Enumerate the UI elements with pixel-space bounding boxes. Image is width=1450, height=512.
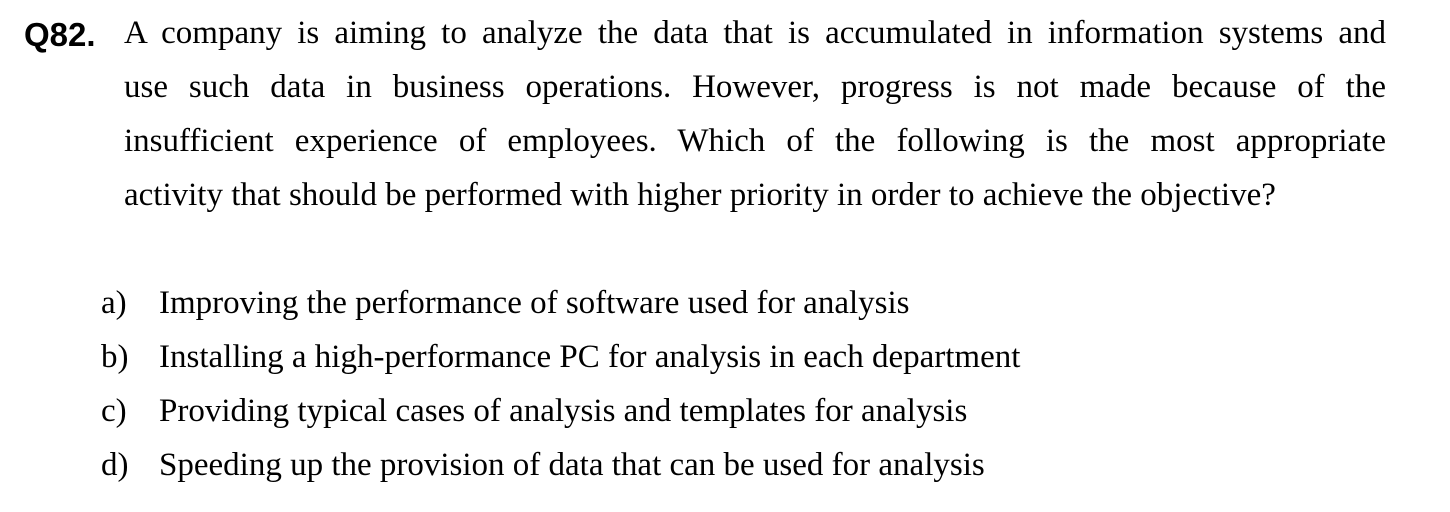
- option-text: Improving the performance of software us…: [159, 285, 910, 321]
- question-text-line-4: activity that should be performed with h…: [124, 177, 1276, 213]
- option-b[interactable]: b) Installing a high-performance PC for …: [101, 332, 1201, 382]
- question-number: Q82.: [24, 16, 96, 53]
- option-text: Providing typical cases of analysis and …: [159, 393, 968, 429]
- question-text-line-3: insufficient experience of employees. Wh…: [124, 123, 1386, 159]
- option-d[interactable]: d) Speeding up the provision of data tha…: [101, 440, 1201, 490]
- question-text-line-2: use such data in business operations. Ho…: [124, 69, 1386, 105]
- option-letter: b): [101, 339, 129, 375]
- option-letter: c): [101, 393, 127, 429]
- question-text-line-1: A company is aiming to analyze the data …: [124, 15, 1386, 51]
- option-text: Installing a high-performance PC for ana…: [159, 339, 1021, 375]
- option-c[interactable]: c) Providing typical cases of analysis a…: [101, 386, 1201, 436]
- option-letter: d): [101, 447, 129, 483]
- option-a[interactable]: a) Improving the performance of software…: [101, 278, 1201, 328]
- option-text: Speeding up the provision of data that c…: [159, 447, 985, 483]
- option-letter: a): [101, 285, 127, 321]
